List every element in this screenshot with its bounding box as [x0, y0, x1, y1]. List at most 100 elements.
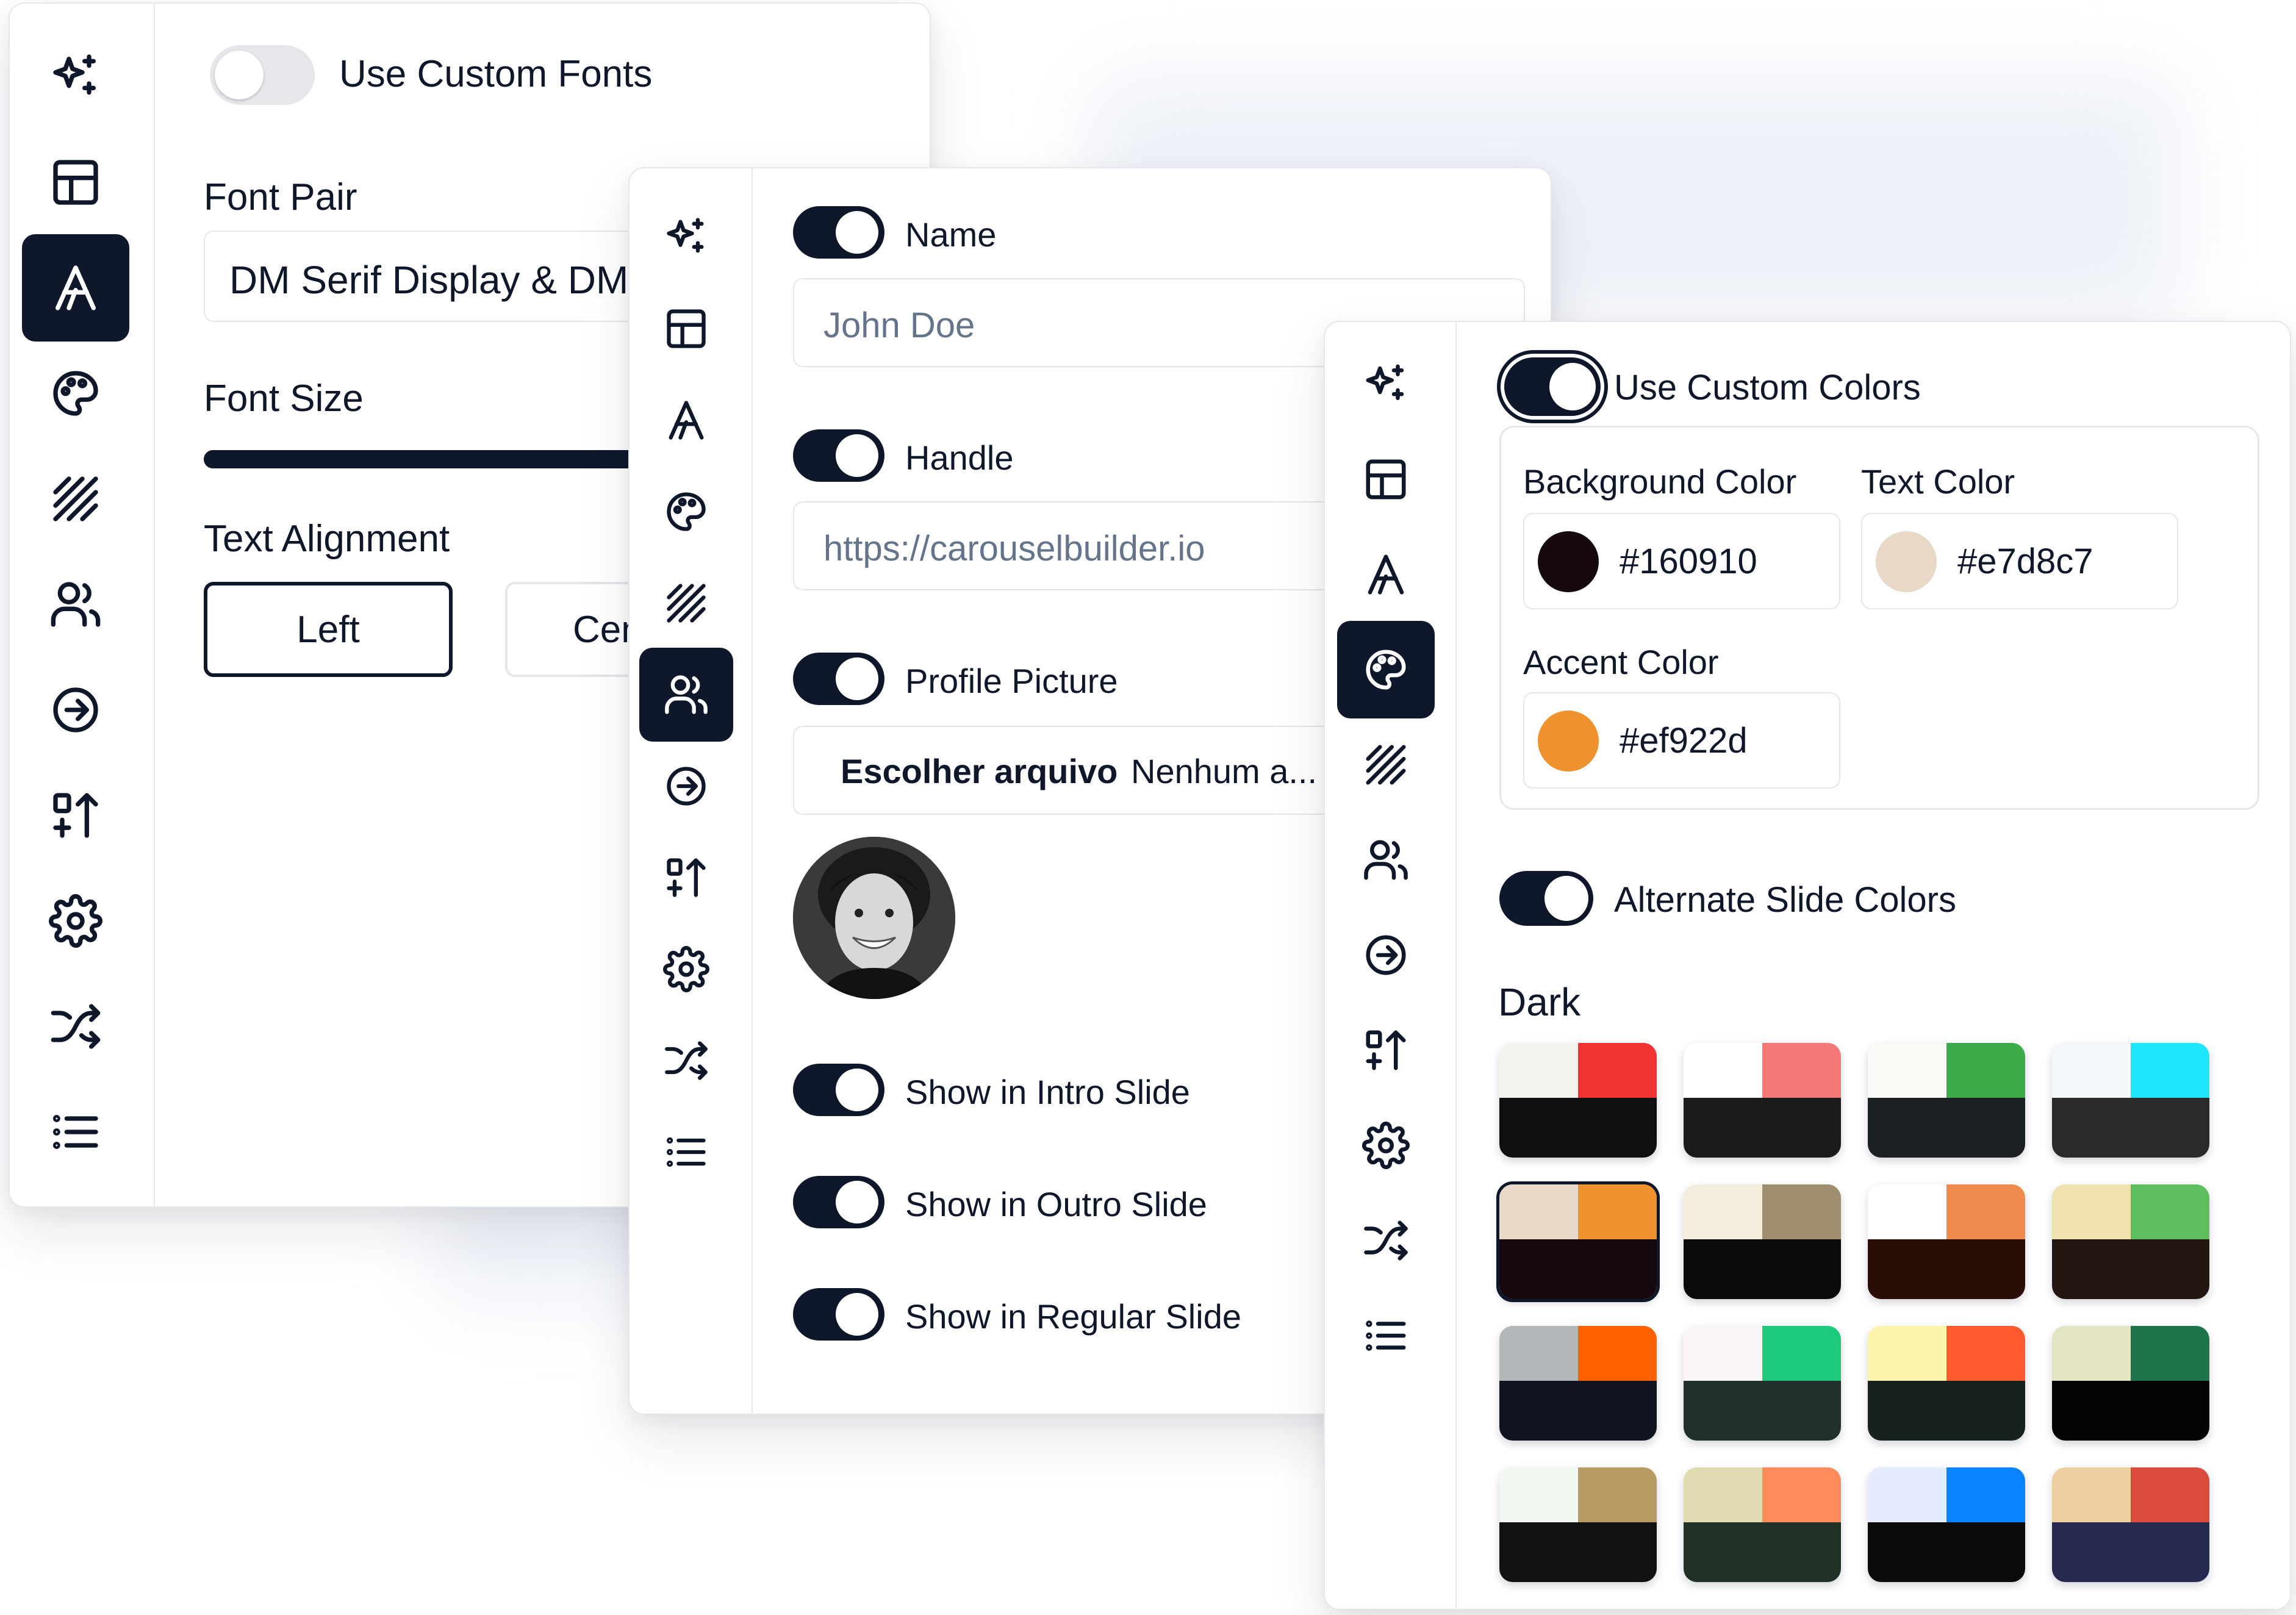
font-icon: [663, 397, 709, 443]
layout-icon: [1362, 456, 1410, 503]
sidebar-item-pattern[interactable]: [1337, 716, 1435, 814]
palette-dark-color: [2052, 1381, 2209, 1441]
palette-accent-color: [1578, 1467, 1657, 1523]
sidebar-item-gear[interactable]: [1337, 1097, 1435, 1194]
palette-swatch[interactable]: [1868, 1326, 2025, 1441]
sidebar-item-font[interactable]: [639, 373, 733, 467]
show-intro-toggle[interactable]: [793, 1064, 884, 1116]
sidebar-item-arrow-right-circle[interactable]: [639, 739, 733, 833]
palette-accent-color: [1578, 1184, 1657, 1240]
sidebar-item-sort[interactable]: [639, 831, 733, 925]
users-icon: [1362, 836, 1410, 884]
sidebar-item-sparkles[interactable]: [639, 190, 733, 284]
palette-swatch[interactable]: [2052, 1467, 2209, 1582]
choose-file-button[interactable]: Escolher arquivo: [841, 751, 1118, 791]
sidebar-item-users[interactable]: [1337, 811, 1435, 909]
palette-swatch[interactable]: [2052, 1184, 2209, 1299]
palette-swatch[interactable]: [2052, 1043, 2209, 1158]
sidebar-item-pattern[interactable]: [639, 556, 733, 650]
align-left-button[interactable]: Left: [204, 582, 453, 677]
sidebar-item-pattern[interactable]: [22, 445, 129, 553]
accent-color-label: Accent Color: [1523, 643, 1719, 681]
avatar: [793, 837, 955, 999]
palette-swatch[interactable]: [1684, 1184, 1841, 1299]
palette-accent-color: [1762, 1184, 1841, 1240]
use-custom-colors-toggle[interactable]: [1504, 357, 1601, 416]
sidebar-item-shuffle[interactable]: [639, 1014, 733, 1108]
sidebar-item-sort[interactable]: [1337, 1001, 1435, 1099]
palette-accent-color: [2131, 1326, 2209, 1381]
palette-dark-color: [1868, 1381, 2025, 1441]
palette-swatch[interactable]: [1868, 1467, 2025, 1582]
show-regular-toggle[interactable]: [793, 1288, 884, 1341]
accent-color-field[interactable]: #ef922d: [1523, 692, 1840, 789]
palette-swatch[interactable]: [1499, 1326, 1657, 1441]
sidebar: [630, 168, 753, 1414]
palette-icon: [1362, 646, 1410, 693]
palette-swatch[interactable]: [1684, 1467, 1841, 1582]
sidebar-item-gear[interactable]: [22, 867, 129, 975]
sidebar: [1325, 322, 1457, 1609]
sidebar-item-arrow-right-circle[interactable]: [1337, 906, 1435, 1004]
palette-swatch[interactable]: [2052, 1326, 2209, 1441]
sidebar-item-list[interactable]: [1337, 1287, 1435, 1384]
palette-swatch[interactable]: [1684, 1043, 1841, 1158]
palette-background-color: [1868, 1043, 1946, 1098]
sidebar-item-font[interactable]: [1337, 526, 1435, 623]
sidebar-item-shuffle[interactable]: [1337, 1192, 1435, 1289]
sidebar-item-palette[interactable]: [1337, 621, 1435, 718]
palette-accent-color: [2131, 1043, 2209, 1098]
sidebar-item-list[interactable]: [22, 1078, 129, 1186]
sidebar-item-palette[interactable]: [22, 340, 129, 447]
layout-icon: [663, 306, 709, 352]
palette-background-color: [1684, 1467, 1762, 1523]
background-color-field[interactable]: #160910: [1523, 513, 1840, 609]
sidebar-item-sparkles[interactable]: [22, 23, 129, 131]
sidebar-item-sort[interactable]: [22, 762, 129, 869]
sidebar-item-layout[interactable]: [22, 129, 129, 236]
sidebar-item-shuffle[interactable]: [22, 973, 129, 1080]
palette-swatch[interactable]: [1684, 1326, 1841, 1441]
accent-color-value: #ef922d: [1620, 721, 1748, 761]
accent-color-swatch[interactable]: [1538, 711, 1599, 772]
palette-swatch[interactable]: [1496, 1181, 1660, 1302]
sidebar-item-list[interactable]: [639, 1105, 733, 1199]
profile-picture-label: Profile Picture: [905, 662, 1118, 700]
background-color-swatch[interactable]: [1538, 531, 1599, 592]
sidebar-item-font[interactable]: [22, 234, 129, 342]
palette-dark-color: [1684, 1522, 1841, 1582]
name-label: Name: [905, 215, 997, 254]
sidebar-item-layout[interactable]: [639, 282, 733, 376]
sidebar-item-users[interactable]: [639, 648, 733, 742]
palette-dark-color: [1684, 1239, 1841, 1299]
palette-background-color: [2052, 1184, 2131, 1240]
sidebar-item-palette[interactable]: [639, 465, 733, 559]
alternate-slide-colors-toggle[interactable]: [1499, 871, 1593, 926]
sidebar-item-arrow-right-circle[interactable]: [22, 656, 129, 764]
sidebar-item-sparkles[interactable]: [1337, 335, 1435, 433]
list-icon: [1362, 1312, 1410, 1359]
palette-dark-color: [1499, 1098, 1657, 1158]
palette-accent-color: [1578, 1326, 1657, 1381]
palette-swatch[interactable]: [1868, 1043, 2025, 1158]
palette-swatch[interactable]: [1499, 1043, 1657, 1158]
use-custom-fonts-toggle[interactable]: [210, 45, 315, 105]
name-toggle[interactable]: [793, 206, 884, 259]
list-icon: [663, 1129, 709, 1175]
sidebar-item-users[interactable]: [22, 551, 129, 658]
palette-dark-color: [1499, 1239, 1657, 1299]
palette-swatch[interactable]: [1499, 1467, 1657, 1582]
text-color-label: Text Color: [1861, 462, 2015, 501]
palette-background-color: [1499, 1184, 1578, 1240]
palette-swatch[interactable]: [1868, 1184, 2025, 1299]
text-alignment-label: Text Alignment: [204, 518, 450, 560]
sidebar-item-gear[interactable]: [639, 922, 733, 1016]
sidebar: [10, 4, 155, 1206]
text-color-field[interactable]: #e7d8c7: [1861, 513, 2178, 609]
profile-picture-toggle[interactable]: [793, 653, 884, 705]
show-outro-toggle[interactable]: [793, 1176, 884, 1228]
handle-toggle[interactable]: [793, 429, 884, 482]
palette-background-color: [2052, 1326, 2131, 1381]
sidebar-item-layout[interactable]: [1337, 431, 1435, 528]
text-color-swatch[interactable]: [1876, 531, 1937, 592]
